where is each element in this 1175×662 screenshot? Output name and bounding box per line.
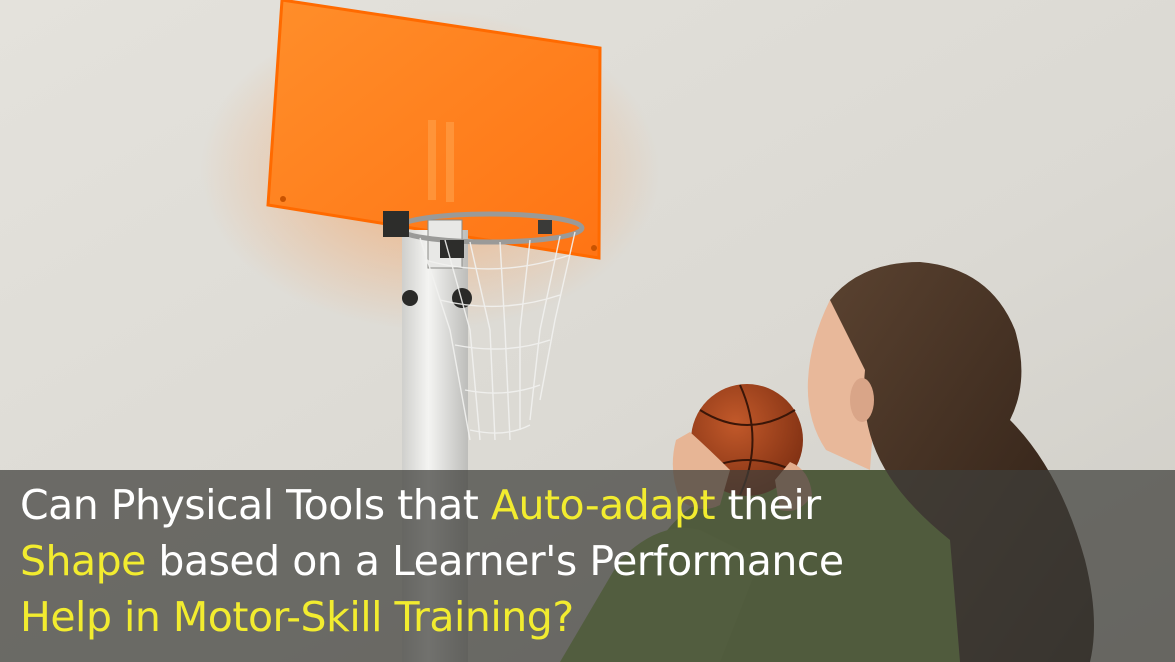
caption-highlight: Shape: [20, 537, 146, 585]
caption-line-3: Help in Motor-Skill Training?: [20, 589, 1160, 645]
caption-line-2: Shape based on a Learner's Performance: [20, 533, 1160, 589]
caption-text: Can Physical Tools that Auto-adapt their…: [20, 477, 1160, 645]
actuator: [538, 220, 552, 234]
pole-knob: [402, 290, 418, 306]
backboard-bolt: [280, 196, 286, 202]
backboard-bolt: [591, 245, 597, 251]
actuator: [440, 240, 464, 258]
caption-line-1: Can Physical Tools that Auto-adapt their: [20, 477, 1160, 533]
caption-highlight: Help in Motor-Skill Training?: [20, 593, 574, 641]
caption-text-segment: Can Physical Tools that: [20, 481, 491, 529]
actuator: [383, 211, 409, 237]
caption-highlight: Auto-adapt: [490, 481, 716, 529]
video-frame: Can Physical Tools that Auto-adapt their…: [0, 0, 1175, 662]
caption-text-segment: based on a Learner's Performance: [145, 537, 844, 585]
caption-text-segment: their: [715, 481, 822, 529]
person-ear: [850, 378, 874, 422]
